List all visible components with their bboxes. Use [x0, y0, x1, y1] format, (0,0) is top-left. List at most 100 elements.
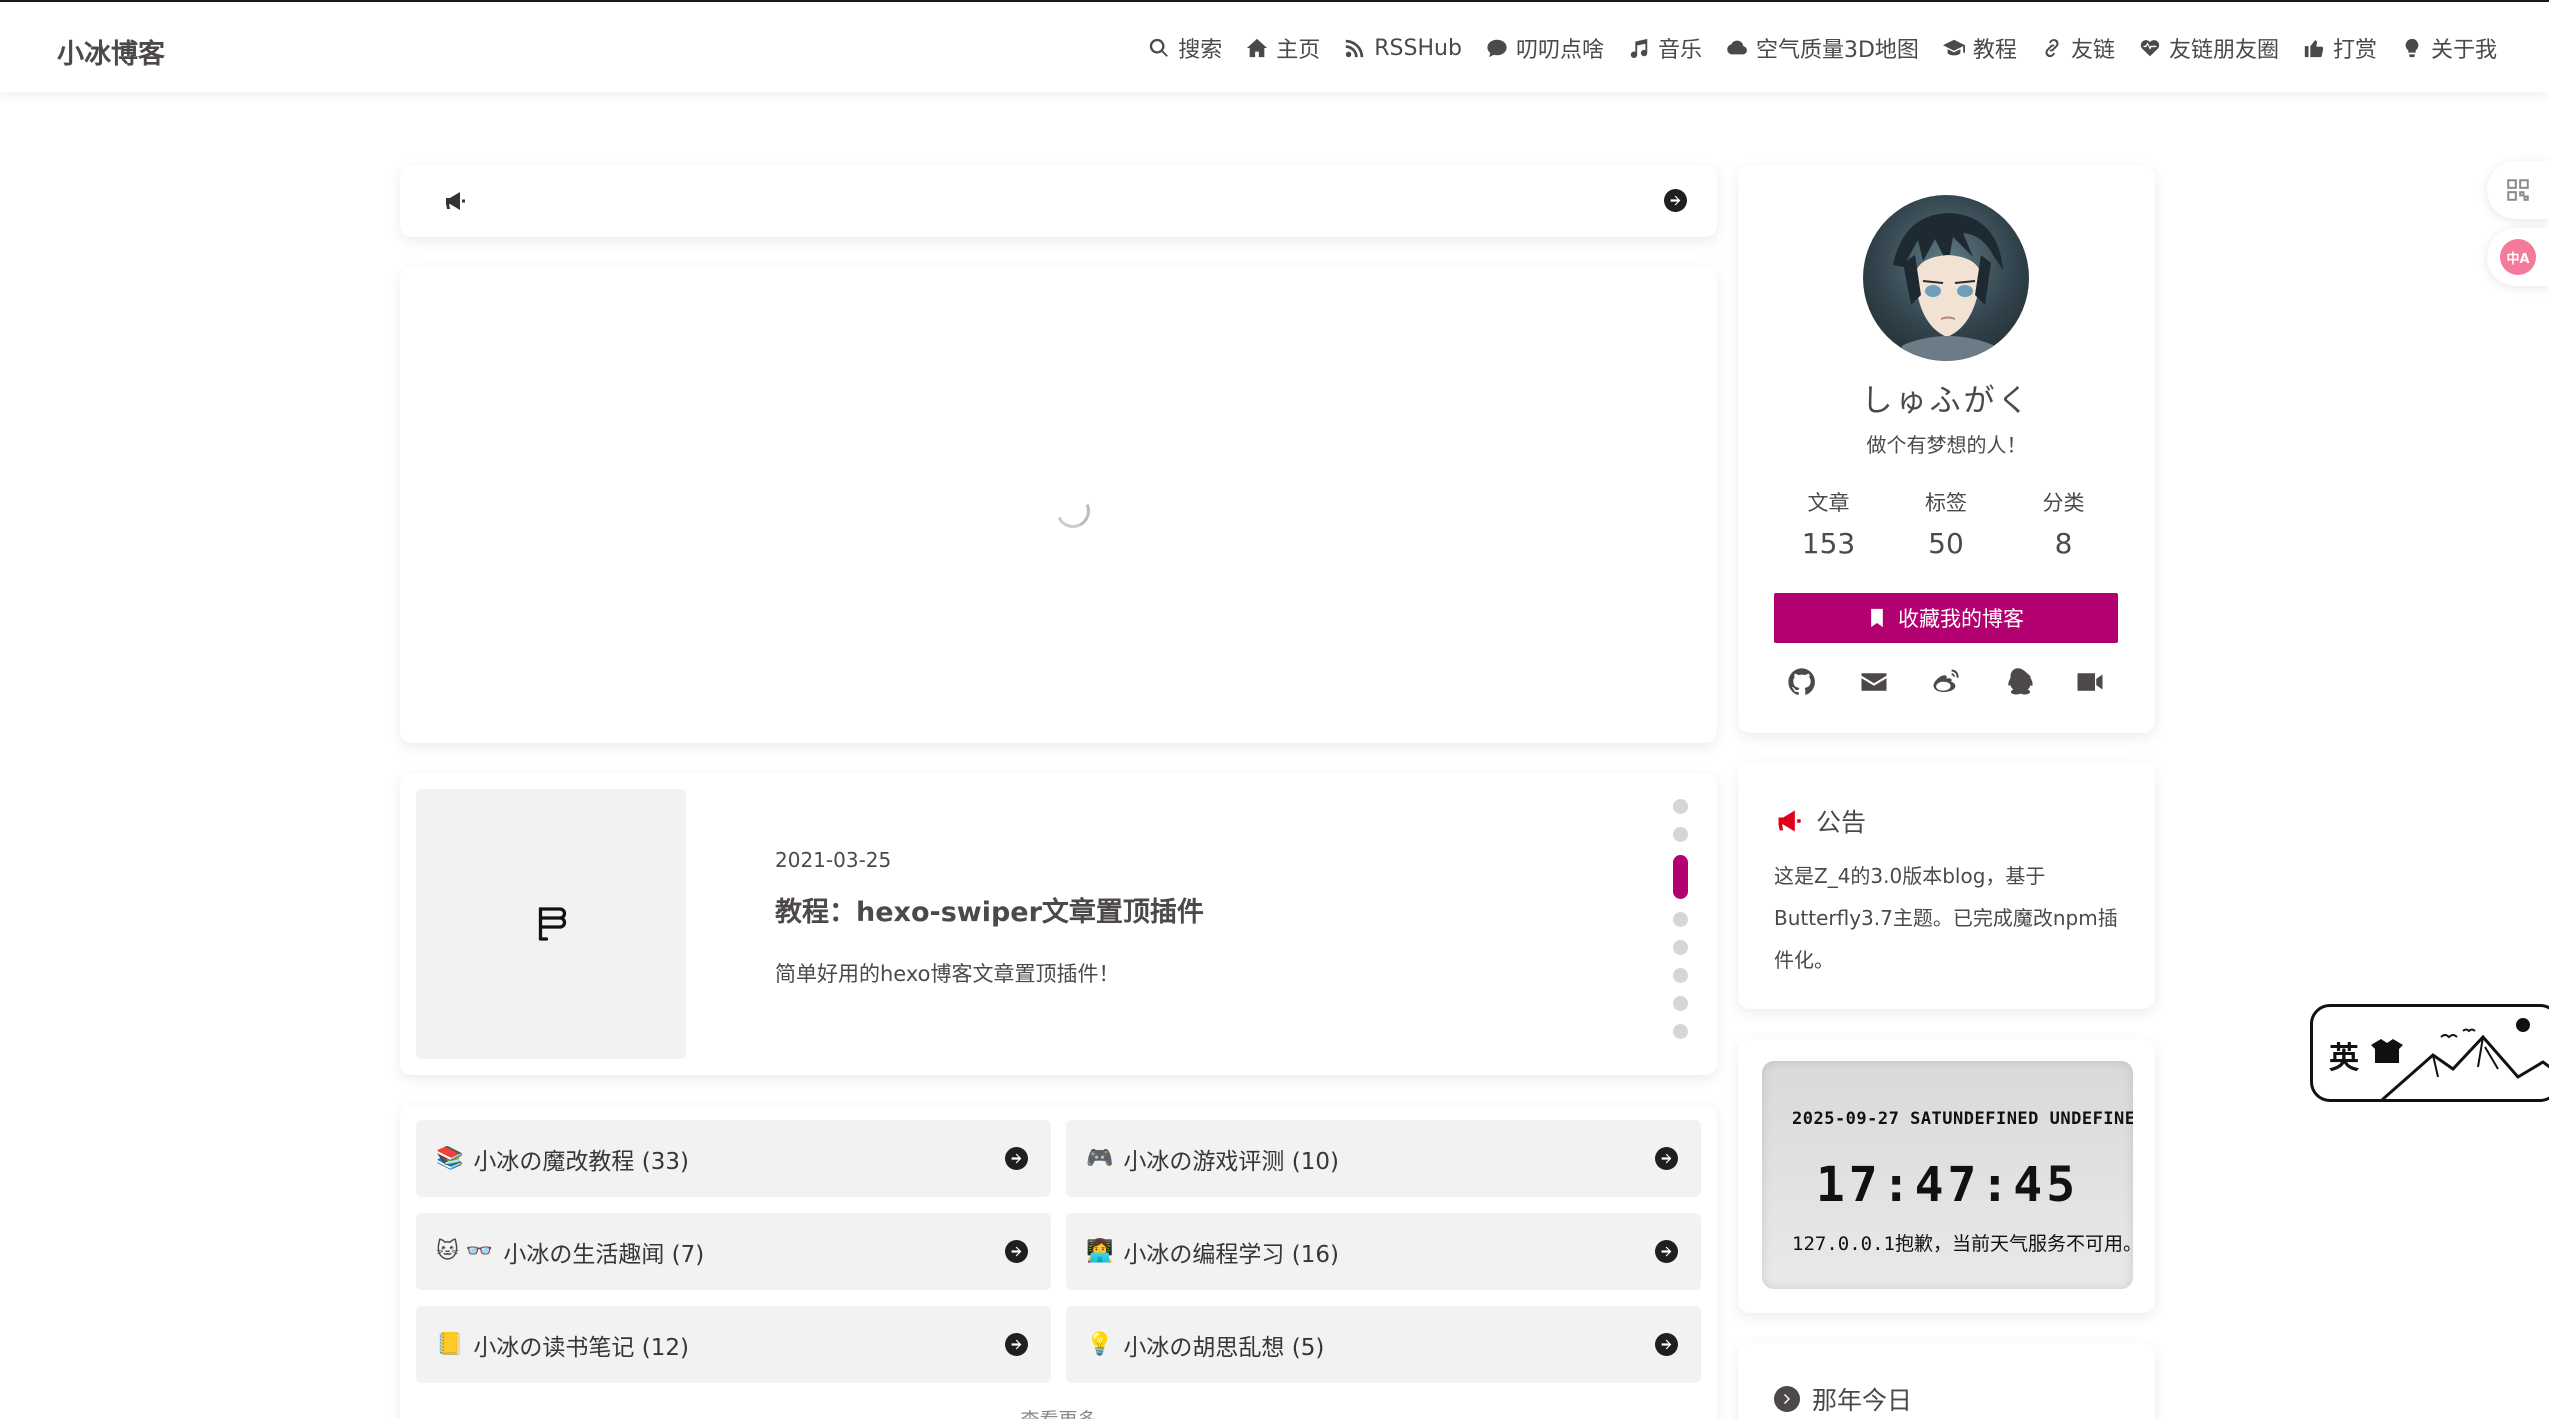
cloud-icon — [1727, 40, 1747, 55]
author-name: しゅふがく — [1861, 383, 2032, 419]
avatar[interactable] — [1863, 195, 2029, 361]
nav-item-label: 打赏 — [2332, 38, 2377, 63]
stat-value: 153 — [1801, 527, 1856, 560]
nav-item-label: 关于我 — [2430, 38, 2497, 63]
clock-display: 2025-09-27 SATUNDEFINED UNDEFINED °C 💧 U… — [1762, 1061, 2133, 1289]
swiper-dot[interactable] — [1672, 799, 1688, 814]
nav-item-donate[interactable]: 打赏 — [2303, 32, 2377, 64]
swiper-dot[interactable] — [1672, 1024, 1688, 1039]
music-icon — [1630, 38, 1648, 58]
link-icon — [2045, 38, 2059, 58]
nav-item-air-map[interactable]: 空气质量3D地图 — [1726, 32, 1919, 64]
swiper-dot[interactable] — [1672, 968, 1688, 983]
category-emoji: 🎮 — [1086, 1146, 1114, 1171]
swiper-dot[interactable] — [1672, 827, 1688, 842]
nav-item-label: 叨叨点啥 — [1515, 38, 1604, 63]
nav-item-friend-circle[interactable]: 友链朋友圈 — [2139, 32, 2279, 64]
bullhorn-icon — [1778, 810, 1801, 832]
nav-item-links[interactable]: 友链 — [2041, 32, 2115, 64]
document-icon — [538, 907, 567, 941]
category-item[interactable]: 💡 小冰の胡思乱想 (5) — [1066, 1306, 1701, 1383]
thumbs-up-icon — [2304, 40, 2324, 58]
arrow-right-icon — [1005, 1240, 1028, 1263]
pinned-post-swiper: 2021-03-25 教程：hexo-swiper文章置顶插件 简单好用的hex… — [400, 773, 1717, 1075]
graduation-cap-icon — [1942, 39, 1965, 56]
rss-icon — [1346, 39, 1364, 58]
category-item[interactable]: 🐱 👓 小冰の生活趣闻 (7) — [416, 1213, 1051, 1290]
nav-item-label: 教程 — [1972, 38, 2017, 63]
clock-time: 17:47:45 — [1815, 1157, 2080, 1213]
author-motto: 做个有梦想的人！ — [1866, 433, 2027, 457]
announcement-title: 公告 — [1816, 808, 1867, 837]
category-emoji: 🐱 👓 — [436, 1239, 494, 1264]
category-grid: 📚 小冰の魔改教程 (33) 🎮 小冰の游戏评测 (10) 🐱 👓 小冰の生活趣… — [400, 1105, 1717, 1419]
swiper-dot[interactable] — [1672, 940, 1688, 955]
qrcode-button[interactable] — [2487, 161, 2549, 219]
notice-bar — [400, 165, 1717, 237]
announcement-header: 公告 — [1774, 803, 1866, 839]
arrow-right-icon — [1655, 1333, 1678, 1356]
home-icon — [1247, 38, 1268, 58]
nav-item-label: 空气质量3D地图 — [1755, 38, 1919, 63]
category-label: 小冰の读书笔记 (12) — [473, 1334, 689, 1361]
stat-articles[interactable]: 文章 153 — [1770, 487, 1887, 560]
nav-item-search[interactable]: 搜索 — [1148, 32, 1222, 64]
post-description: 简单好用的hexo博客文章置顶插件！ — [775, 962, 1120, 986]
bookmark-blog-label: 收藏我的博客 — [1898, 607, 2024, 631]
swiper-dot[interactable] — [1672, 996, 1688, 1011]
arrow-right-icon — [1670, 195, 1681, 206]
post-title[interactable]: 教程：hexo-swiper文章置顶插件 — [775, 890, 1204, 929]
nav-item-music[interactable]: 音乐 — [1628, 32, 1702, 64]
post-cover[interactable] — [416, 789, 686, 1059]
swiper-dot-active[interactable] — [1672, 855, 1688, 899]
swiper-dot[interactable] — [1672, 912, 1688, 927]
category-emoji: 👩‍💻 — [1086, 1239, 1114, 1264]
qq-icon[interactable] — [2002, 667, 2034, 697]
qrcode-icon — [2507, 179, 2529, 201]
heart-pulse-icon — [2140, 40, 2160, 57]
clock-date-line: 2025-09-27 SATUNDEFINED UNDEFINED °C 💧 U… — [1792, 1109, 2133, 1129]
view-more-link[interactable]: 查看更多 — [400, 1405, 1717, 1419]
nav-item-rsshub[interactable]: RSSHub — [1344, 36, 1462, 61]
translate-button[interactable]: 中A — [2487, 228, 2549, 286]
history-today-card: 那年今日 — [1738, 1343, 2155, 1419]
nav-item-chat[interactable]: 叨叨点啥 — [1486, 32, 1604, 64]
weibo-icon[interactable] — [1930, 667, 1962, 697]
category-emoji: 📚 — [436, 1146, 464, 1171]
social-links — [1786, 667, 2106, 697]
site-brand[interactable]: 小冰博客 — [57, 32, 165, 71]
category-label: 小冰の胡思乱想 (5) — [1123, 1334, 1325, 1361]
chevron-right-circle-icon — [1774, 1386, 1800, 1412]
announcement-content: 这是Z_4的3.0版本blog，基于Butterfly3.7主题。已完成魔改np… — [1774, 864, 2118, 972]
search-icon — [1150, 38, 1169, 57]
video-icon[interactable] — [2074, 667, 2106, 697]
nav-item-label: RSSHub — [1374, 35, 1462, 61]
category-item[interactable]: 📒 小冰の读书笔记 (12) — [416, 1306, 1051, 1383]
nav-item-about[interactable]: 关于我 — [2401, 32, 2497, 64]
nav-item-tutorial[interactable]: 教程 — [1942, 32, 2017, 64]
nav-item-label: 友链 — [2070, 38, 2115, 63]
category-item[interactable]: 👩‍💻 小冰の编程学习 (16) — [1066, 1213, 1701, 1290]
category-emoji: 💡 — [1086, 1332, 1114, 1357]
clock-weather-line: 127.0.0.1抱歉，当前天气服务不可用。 以下 — [1792, 1233, 2133, 1255]
github-icon[interactable] — [1786, 667, 1818, 697]
language-mode-switch[interactable]: 英 — [2310, 1004, 2549, 1102]
category-item[interactable]: 🎮 小冰の游戏评测 (10) — [1066, 1120, 1701, 1197]
bookmark-icon — [1871, 608, 1883, 628]
nav-item-home[interactable]: 主页 — [1246, 32, 1320, 64]
stat-categories[interactable]: 分类 8 — [2005, 487, 2122, 560]
stat-key: 标签 — [1925, 491, 1967, 515]
nav-item-label: 搜索 — [1178, 38, 1223, 63]
stat-tags[interactable]: 标签 50 — [1888, 487, 2005, 560]
lightbulb-icon — [2405, 38, 2419, 58]
swiper-pagination — [1672, 799, 1688, 1052]
top-nav: 小冰博客 搜索 主页 RSSHub 叨叨点啥 音乐 空气质量3D地图 教程 友链… — [0, 0, 2549, 92]
category-item[interactable]: 📚 小冰の魔改教程 (33) — [416, 1120, 1051, 1197]
notice-next-button[interactable] — [1664, 189, 1687, 212]
bookmark-blog-button[interactable]: 收藏我的博客 — [1774, 593, 2118, 643]
mode-label: 英 — [2329, 1041, 2359, 1076]
stat-value: 8 — [2054, 527, 2073, 560]
envelope-icon[interactable] — [1858, 667, 1890, 697]
bullhorn-icon — [446, 192, 465, 210]
clock-widget: 2025-09-27 SATUNDEFINED UNDEFINED °C 💧 U… — [1738, 1039, 2155, 1313]
